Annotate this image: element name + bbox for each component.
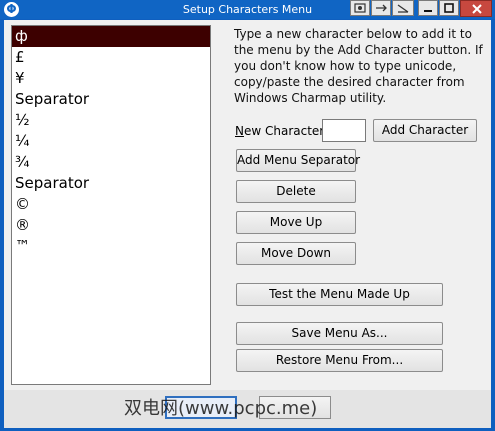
list-item-separator[interactable]: Separator xyxy=(12,173,210,194)
restore-menu-from-button[interactable]: Restore Menu From... xyxy=(236,349,443,372)
minimize-icon[interactable] xyxy=(418,0,438,16)
dialog-client-area: ф £ ¥ Separator ½ ¼ ¾ Separator © ® ™ Type a new c… xyxy=(4,20,491,428)
new-character-label-accel: N xyxy=(235,124,244,138)
list-item-character[interactable]: ф xyxy=(12,26,210,47)
maximize-icon[interactable] xyxy=(439,0,459,16)
save-menu-as-button[interactable]: Save Menu As... xyxy=(236,322,443,345)
list-item-character[interactable]: ¥ xyxy=(12,68,210,89)
list-item-character[interactable]: ½ xyxy=(12,110,210,131)
close-icon[interactable] xyxy=(460,0,492,17)
watermark-text: 双电网(www.pcpc.me) xyxy=(124,398,318,419)
new-character-label: New Character: xyxy=(235,124,329,138)
dialog-bottom-bar: 双电网(www.pcpc.me) xyxy=(4,390,491,428)
delete-button[interactable]: Delete xyxy=(236,180,356,203)
move-up-button[interactable]: Move Up xyxy=(236,211,356,234)
instructions-text: Type a new character below to add it to … xyxy=(234,27,483,105)
list-item-character[interactable]: £ xyxy=(12,47,210,68)
title-bar[interactable]: Φ Setup Characters Menu xyxy=(0,0,495,19)
pin-icon[interactable] xyxy=(371,0,391,16)
character-list[interactable]: ф £ ¥ Separator ½ ¼ ¾ Separator © ® ™ xyxy=(11,25,211,385)
list-item-character[interactable]: ¼ xyxy=(12,131,210,152)
list-item-character[interactable]: ™ xyxy=(12,236,210,257)
rollup-icon[interactable] xyxy=(392,0,414,16)
list-item-character[interactable]: ® xyxy=(12,215,210,236)
list-item-character[interactable]: © xyxy=(12,194,210,215)
test-menu-button[interactable]: Test the Menu Made Up xyxy=(236,283,443,306)
screenshot-icon[interactable] xyxy=(350,0,370,16)
list-item-separator[interactable]: Separator xyxy=(12,89,210,110)
add-character-button[interactable]: Add Character xyxy=(373,119,477,142)
add-menu-separator-button[interactable]: Add Menu Separator xyxy=(236,149,360,172)
list-item-character[interactable]: ¾ xyxy=(12,152,210,173)
new-character-input[interactable] xyxy=(322,119,366,142)
move-down-button[interactable]: Move Down xyxy=(236,242,356,265)
app-window: Φ Setup Characters Menu ф £ ¥ Separator ½ ¼ ¾ S… xyxy=(0,0,495,431)
